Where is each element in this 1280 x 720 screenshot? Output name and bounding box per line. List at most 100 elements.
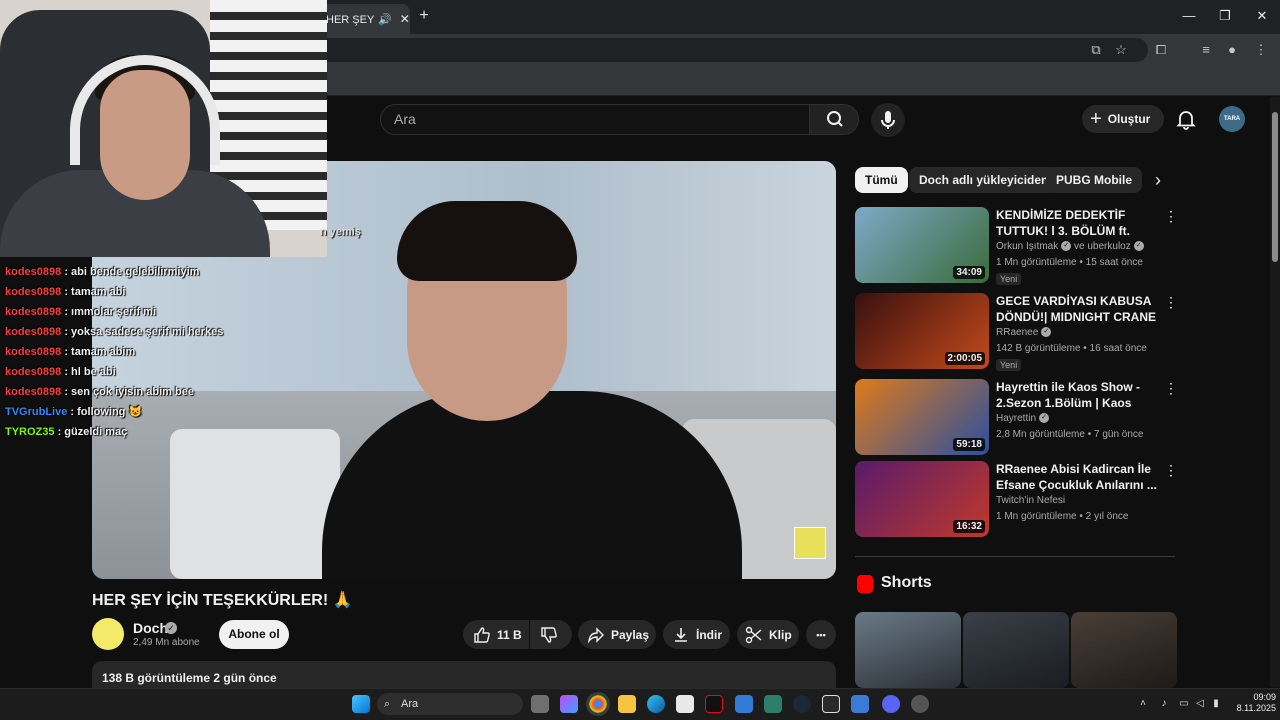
bookmark-star-icon[interactable]: ☆ bbox=[1111, 40, 1131, 60]
extensions-icon[interactable]: ⧠ bbox=[1151, 40, 1171, 60]
channel-name: Hayrettin bbox=[996, 413, 1037, 424]
search-input[interactable]: Ara bbox=[380, 104, 810, 135]
more-actions-button[interactable]: ••• bbox=[806, 620, 836, 649]
verified-icon: ✓ bbox=[1039, 413, 1050, 424]
taskbar-search[interactable]: ⌕ Ara bbox=[377, 693, 523, 715]
short-thumbnail[interactable] bbox=[855, 612, 961, 688]
more-vert-icon[interactable]: ⋮ bbox=[1164, 207, 1178, 225]
media-control-icon[interactable]: ≡ bbox=[1196, 40, 1216, 60]
clip-button[interactable]: Klip bbox=[737, 620, 799, 649]
channel-watermark[interactable] bbox=[794, 527, 826, 559]
maximize-button[interactable]: ❐ bbox=[1211, 6, 1239, 26]
chat-user: TYROZ35 bbox=[5, 426, 55, 438]
dislike-button[interactable] bbox=[530, 620, 572, 649]
recommendation-title[interactable]: KENDİMİZE DEDEKTİF TUTTUK! l 3. BÖLÜM ft… bbox=[996, 207, 1162, 239]
chevron-right-icon[interactable]: › bbox=[1148, 170, 1168, 190]
recommendation-title[interactable]: GECE VARDİYASI KABUSA DÖNDÜ!| MIDNIGHT C… bbox=[996, 293, 1162, 325]
verified-icon: ✓ bbox=[165, 622, 177, 634]
subscribe-button[interactable]: Abone ol bbox=[219, 620, 289, 649]
scissors-icon bbox=[745, 626, 762, 643]
app-icon[interactable] bbox=[735, 695, 753, 713]
stream-chat: kodes0898 : abi bende gelebilirmiyim kod… bbox=[5, 265, 325, 445]
taskbar-search-label: Ara bbox=[401, 698, 419, 710]
chrome-icon[interactable] bbox=[589, 695, 607, 713]
channel-avatar[interactable] bbox=[92, 618, 124, 650]
recommendation-item[interactable]: 16:32 RRaenee Abisi Kadircan İle Efsane … bbox=[855, 461, 1178, 539]
chat-message: kodes0898 : abi bende gelebilirmiyim bbox=[5, 265, 325, 285]
chip-pubg-mobile[interactable]: PUBG Mobile bbox=[1046, 167, 1143, 193]
video-thumbnail[interactable]: 16:32 bbox=[855, 461, 989, 537]
epic-games-icon[interactable] bbox=[822, 695, 840, 713]
install-app-icon[interactable]: ⧉ bbox=[1086, 40, 1106, 60]
discord-icon[interactable] bbox=[882, 695, 900, 713]
recommendation-title[interactable]: Hayrettin ile Kaos Show - 2.Sezon 1.Bölü… bbox=[996, 379, 1162, 411]
netflix-icon[interactable] bbox=[705, 695, 723, 713]
short-thumbnail[interactable] bbox=[1071, 612, 1177, 688]
duration-badge: 16:32 bbox=[953, 520, 985, 533]
recommendation-item[interactable]: 34:09 KENDİMİZE DEDEKTİF TUTTUK! l 3. BÖ… bbox=[855, 207, 1178, 285]
video-thumbnail[interactable]: 2:00:05 bbox=[855, 293, 989, 369]
task-view-icon[interactable] bbox=[531, 695, 549, 713]
search-icon bbox=[827, 111, 843, 127]
subscriber-count: 2,49 Mn abone bbox=[133, 637, 200, 648]
more-vert-icon[interactable]: ⋮ bbox=[1164, 293, 1178, 311]
like-button[interactable]: 11 B bbox=[463, 620, 529, 649]
chip-from-uploader[interactable]: Doch adlı yükleyiciden bbox=[909, 167, 1059, 193]
account-avatar[interactable]: TARA bbox=[1219, 106, 1245, 132]
volume-icon[interactable]: ◁ bbox=[1193, 697, 1207, 711]
start-icon[interactable] bbox=[352, 695, 370, 713]
recommendation-channel[interactable]: Hayrettin ✓ bbox=[996, 413, 1050, 424]
recommendation-channel[interactable]: Twitch'in Nefesi bbox=[996, 495, 1065, 506]
thumbs-up-icon bbox=[474, 626, 490, 643]
recommendation-item[interactable]: 2:00:05 GECE VARDİYASI KABUSA DÖNDÜ!| MI… bbox=[855, 293, 1178, 371]
steam-icon[interactable] bbox=[793, 695, 811, 713]
network-icon[interactable]: ▭ bbox=[1177, 697, 1191, 711]
views-and-date: 138 B görüntüleme 2 gün önce bbox=[102, 671, 277, 685]
chat-message: kodes0898 : tamam abi bbox=[5, 285, 325, 305]
tab-close-icon[interactable]: ✕ bbox=[400, 12, 410, 26]
share-label: Paylaş bbox=[611, 627, 650, 642]
close-window-button[interactable]: ✕ bbox=[1248, 6, 1276, 26]
store-icon[interactable] bbox=[676, 695, 694, 713]
app-icon-4[interactable] bbox=[911, 695, 929, 713]
chat-text: : abi bende gelebilirmiyim bbox=[64, 266, 200, 278]
voice-search-button[interactable] bbox=[871, 103, 905, 137]
short-thumbnail[interactable] bbox=[963, 612, 1069, 688]
video-thumbnail[interactable]: 34:09 bbox=[855, 207, 989, 283]
mic-icon bbox=[881, 111, 895, 129]
app-icon-2[interactable] bbox=[764, 695, 782, 713]
browser-tab[interactable]: HER ŞEY İÇİN TEŞEKKÜRLER! 🙏 🔊 ✕ bbox=[318, 4, 410, 34]
minimize-button[interactable]: — bbox=[1175, 6, 1203, 26]
chip-all[interactable]: Tümü bbox=[855, 167, 908, 193]
share-button[interactable]: Paylaş bbox=[578, 620, 656, 649]
create-button[interactable]: + Oluştur bbox=[1082, 105, 1164, 133]
file-explorer-icon[interactable] bbox=[618, 695, 636, 713]
battery-icon[interactable]: ▮ bbox=[1209, 697, 1223, 711]
scrollbar-thumb[interactable] bbox=[1272, 112, 1278, 262]
search-button[interactable] bbox=[809, 104, 859, 135]
taskbar-clock[interactable]: 09:09 8.11.2025 bbox=[1228, 692, 1276, 714]
recommendation-channel[interactable]: Orkun Işıtmak ✓ ve uberkuloz ✓ bbox=[996, 241, 1144, 252]
video-thumbnail[interactable]: 59:18 bbox=[855, 379, 989, 455]
download-button[interactable]: İndir bbox=[663, 620, 730, 649]
more-vert-icon[interactable]: ⋮ bbox=[1164, 379, 1178, 397]
section-divider bbox=[855, 556, 1175, 557]
edge-icon[interactable] bbox=[647, 695, 665, 713]
microphone-icon[interactable]: ♪ bbox=[1157, 697, 1171, 711]
chevron-up-icon[interactable]: ˄ bbox=[1136, 697, 1150, 711]
new-badge: Yeni bbox=[996, 273, 1022, 285]
browser-menu-icon[interactable]: ⋮ bbox=[1251, 40, 1271, 60]
chat-user: kodes0898 bbox=[5, 386, 62, 398]
duration-badge: 2:00:05 bbox=[944, 352, 985, 365]
recommendation-channel[interactable]: RRaenee ✓ bbox=[996, 327, 1052, 338]
recommendation-title[interactable]: RRaenee Abisi Kadircan İle Efsane Çocukl… bbox=[996, 461, 1162, 493]
more-vert-icon[interactable]: ⋮ bbox=[1164, 461, 1178, 479]
audio-icon[interactable]: 🔊 bbox=[378, 13, 392, 26]
recommendation-item[interactable]: 59:18 Hayrettin ile Kaos Show - 2.Sezon … bbox=[855, 379, 1178, 457]
channel-name[interactable]: Doch bbox=[133, 620, 168, 636]
app-icon-3[interactable] bbox=[851, 695, 869, 713]
notifications-button[interactable] bbox=[1174, 107, 1198, 131]
new-tab-button[interactable]: + bbox=[416, 6, 432, 26]
profile-icon[interactable]: ● bbox=[1222, 40, 1242, 60]
copilot-icon[interactable] bbox=[560, 695, 578, 713]
